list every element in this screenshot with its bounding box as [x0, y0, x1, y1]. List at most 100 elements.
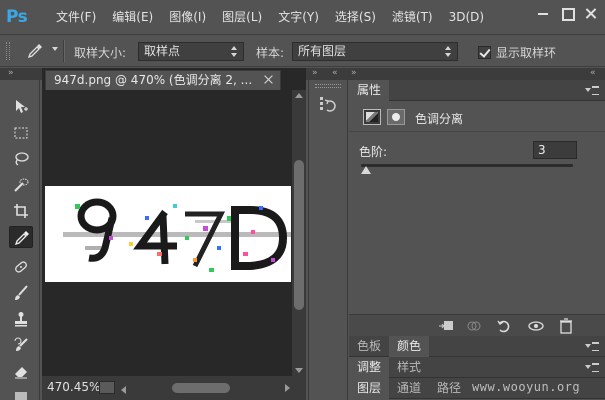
- options-bar: 取样大小: 取样点 样本: 所有图层 显示取样环: [0, 34, 605, 67]
- show-sampling-ring-label: 显示取样环: [496, 46, 557, 60]
- document-info-icon[interactable]: [99, 381, 115, 394]
- document-title: 947d.png @ 470% (色调分离 2, ...: [54, 73, 253, 87]
- show-sampling-ring-checkbox[interactable]: [478, 46, 491, 59]
- vertical-scrollbar[interactable]: [292, 90, 306, 376]
- expand-icon[interactable]: »: [312, 69, 318, 78]
- tool-preset-dropdown-icon[interactable]: [52, 47, 58, 51]
- history-icon: [320, 97, 336, 112]
- expand-icon[interactable]: »: [351, 69, 357, 78]
- panel-menu-icon[interactable]: [585, 342, 599, 351]
- move-tool[interactable]: [9, 96, 33, 118]
- close-icon[interactable]: [264, 75, 274, 85]
- collapse-icon[interactable]: «: [590, 69, 596, 78]
- eraser-tool[interactable]: [9, 360, 33, 382]
- levels-slider[interactable]: [361, 164, 573, 174]
- crop-icon: [14, 204, 28, 218]
- mask-icon[interactable]: [387, 109, 405, 125]
- menu-edit[interactable]: 编辑(E): [104, 0, 161, 34]
- right-panels: 属性 色调分离 色阶: 3 色板 颜色 调整 样式 图层 通道 路径: [349, 80, 605, 400]
- minimize-icon[interactable]: [535, 5, 551, 21]
- show-sampling-ring-toggle[interactable]: 显示取样环: [478, 44, 556, 61]
- tab-layers[interactable]: 图层: [349, 378, 390, 399]
- watermark: www.wooyun.org: [472, 380, 581, 394]
- trash-icon[interactable]: [557, 318, 575, 334]
- panel-menu-icon[interactable]: [585, 86, 599, 95]
- swatches-color-panel-tabs: 色板 颜色: [349, 336, 605, 357]
- window-controls: [535, 5, 599, 21]
- eyedropper-icon[interactable]: [27, 43, 43, 59]
- quick-select-icon: [14, 178, 29, 192]
- canvas-area[interactable]: [42, 90, 292, 376]
- tab-channels[interactable]: 通道: [389, 378, 429, 399]
- levels-label: 色阶:: [359, 145, 388, 159]
- marquee-tool[interactable]: [9, 122, 33, 144]
- eyedropper-icon: [14, 231, 29, 246]
- sample-size-value: 取样点: [144, 44, 181, 58]
- vertical-scroll-thumb[interactable]: [294, 160, 304, 310]
- scroll-right-icon[interactable]: [285, 384, 290, 392]
- tab-properties[interactable]: 属性: [349, 80, 390, 101]
- visibility-eye-icon[interactable]: [527, 318, 545, 334]
- zoom-level[interactable]: 470.45%: [47, 380, 100, 394]
- sample-label: 样本:: [256, 46, 285, 60]
- dock-grip[interactable]: [315, 84, 341, 88]
- sample-size-select[interactable]: 取样点: [138, 42, 244, 61]
- gradient-icon: [15, 392, 27, 400]
- menu-type[interactable]: 文字(Y): [270, 0, 327, 34]
- eraser-icon: [15, 367, 27, 379]
- levels-slider-thumb[interactable]: [361, 166, 371, 174]
- horizontal-scrollbar[interactable]: [132, 381, 292, 395]
- select-arrows-icon: [445, 46, 452, 57]
- lasso-tool[interactable]: [9, 148, 33, 170]
- menu-layer[interactable]: 图层(L): [214, 0, 270, 34]
- horizontal-scroll-thumb[interactable]: [172, 383, 230, 393]
- scroll-down-icon[interactable]: [295, 368, 303, 373]
- quick-select-tool[interactable]: [9, 174, 33, 196]
- tab-color[interactable]: 颜色: [389, 336, 430, 357]
- stamp-icon: [15, 312, 27, 327]
- status-bar: 470.45%: [42, 376, 306, 400]
- close-icon[interactable]: [583, 5, 599, 21]
- scroll-up-icon[interactable]: [295, 93, 303, 98]
- bandage-icon: [15, 261, 27, 273]
- sample-select[interactable]: 所有图层: [292, 42, 458, 61]
- menu-3d[interactable]: 3D(D): [441, 0, 492, 34]
- lasso-icon: [15, 152, 29, 166]
- status-menu-arrow-icon[interactable]: [121, 386, 126, 394]
- tools-panel: [0, 80, 40, 400]
- crop-tool[interactable]: [9, 200, 33, 222]
- clip-to-layer-icon[interactable]: [437, 318, 455, 334]
- tab-swatches[interactable]: 色板: [349, 336, 389, 357]
- tab-paths[interactable]: 路径: [429, 378, 469, 399]
- adjustment-icon[interactable]: [363, 109, 381, 125]
- history-brush-tool[interactable]: [9, 334, 33, 356]
- stamp-tool[interactable]: [9, 308, 33, 330]
- options-bar-grip[interactable]: [6, 42, 10, 60]
- image-canvas[interactable]: [45, 186, 291, 282]
- panel-menu-icon[interactable]: [585, 363, 599, 372]
- captcha-image: [63, 198, 291, 272]
- tab-adjustments[interactable]: 调整: [349, 357, 390, 378]
- menu-file[interactable]: 文件(F): [48, 0, 104, 34]
- history-panel-button[interactable]: [317, 94, 341, 116]
- brush-tool[interactable]: [9, 282, 33, 304]
- levels-input[interactable]: 3: [533, 141, 577, 159]
- healing-tool[interactable]: [9, 256, 33, 278]
- expand-icon[interactable]: »: [8, 69, 14, 78]
- menu-filter[interactable]: 滤镜(T): [384, 0, 441, 34]
- maximize-icon[interactable]: [559, 5, 575, 21]
- history-brush-icon: [14, 337, 28, 351]
- reset-icon[interactable]: [495, 318, 513, 334]
- gradient-tool[interactable]: [9, 386, 33, 400]
- photoshop-logo: Ps: [6, 7, 28, 27]
- collapse-icon[interactable]: «: [332, 69, 338, 78]
- tab-styles[interactable]: 样式: [389, 357, 429, 378]
- view-previous-state-icon[interactable]: [465, 318, 483, 334]
- menu-image[interactable]: 图像(I): [161, 0, 214, 34]
- adjustments-styles-panel-tabs: 调整 样式: [349, 357, 605, 378]
- eyedropper-tool[interactable]: [9, 226, 33, 248]
- document-window: 947d.png @ 470% (色调分离 2, ... 470.45%: [42, 68, 306, 400]
- menu-select[interactable]: 选择(S): [327, 0, 384, 34]
- move-icon: [16, 100, 28, 113]
- document-tab[interactable]: 947d.png @ 470% (色调分离 2, ...: [45, 70, 281, 90]
